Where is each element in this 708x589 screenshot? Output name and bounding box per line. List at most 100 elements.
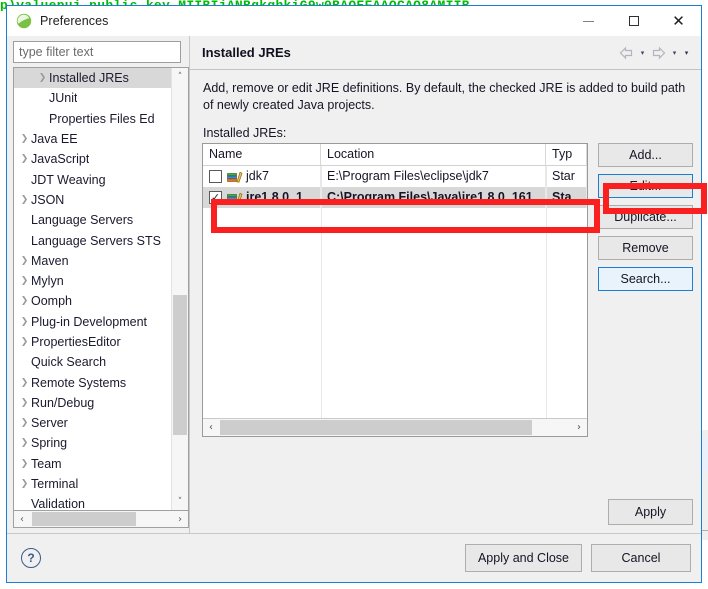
jre-library-icon <box>227 191 243 205</box>
jre-table[interactable]: Name Location Typ jdk7 E:\Program Files\e… <box>202 143 588 437</box>
table-row[interactable]: ✓ jre1.8.0_1... C:\Program Files\Java\jre1… <box>203 187 587 208</box>
sidebar-item-label: Plug-in Development <box>31 314 148 329</box>
arrow-right-icon[interactable] <box>650 45 667 61</box>
sidebar-item-oomph[interactable]: ❯ Oomph <box>14 291 171 311</box>
sidebar-item-terminal[interactable]: ❯ Terminal <box>14 474 171 494</box>
column-header-name[interactable]: Name <box>203 144 321 165</box>
back-dropdown-caret-icon[interactable]: ▾ <box>638 46 647 60</box>
column-header-type[interactable]: Typ <box>546 144 587 165</box>
apply-and-close-button[interactable]: Apply and Close <box>464 544 582 572</box>
sidebar-item-json[interactable]: ❯ JSON <box>14 190 171 210</box>
sidebar-item-label: JDT Weaving <box>31 172 106 187</box>
sidebar-item-javascript[interactable]: ❯ JavaScript <box>14 149 171 169</box>
table-scroll-left-icon[interactable]: ‹ <box>203 419 219 436</box>
tree-indent-spacer: ❯ <box>18 357 31 367</box>
sidebar-item-maven[interactable]: ❯ Maven <box>14 251 171 271</box>
page-description: Add, remove or edit JRE definitions. By … <box>203 81 686 112</box>
tree-indent-spacer: ❯ <box>18 175 31 185</box>
table-body: jdk7 E:\Program Files\eclipse\jdk7 Star ✓ jr… <box>203 166 587 418</box>
sidebar-item-validation[interactable]: ❯Validation <box>14 494 171 510</box>
sidebar-item-run-debug[interactable]: ❯ Run/Debug <box>14 393 171 413</box>
row-checkbox[interactable]: ✓ <box>209 191 222 204</box>
chevron-right-icon[interactable]: ❯ <box>18 459 31 469</box>
column-header-location[interactable]: Location <box>321 144 546 165</box>
tree-hscrollbar-thumb[interactable] <box>32 512 136 526</box>
sidebar-item-server[interactable]: ❯ Server <box>14 413 171 433</box>
chevron-right-icon[interactable]: ❯ <box>18 438 31 448</box>
jre-library-icon <box>227 170 243 184</box>
close-button[interactable]: ✕ <box>656 6 701 36</box>
sidebar-item-properties-files-ed[interactable]: ❯Properties Files Ed <box>14 109 171 129</box>
forward-dropdown-caret-icon[interactable]: ▾ <box>670 46 679 60</box>
sidebar-item-quick-search[interactable]: ❯Quick Search <box>14 352 171 372</box>
duplicate-button[interactable]: Duplicate... <box>598 205 693 229</box>
chevron-right-icon[interactable]: ❯ <box>18 256 31 266</box>
jre-name: jre1.8.0_1... <box>246 190 314 204</box>
tree-horizontal-scrollbar[interactable]: ‹ › <box>13 511 189 528</box>
tree-vertical-scrollbar[interactable]: ˄ ˅ <box>171 68 188 510</box>
close-icon: ✕ <box>672 11 685 30</box>
cancel-button[interactable]: Cancel <box>591 544 691 572</box>
chevron-right-icon[interactable]: ❯ <box>18 276 31 286</box>
cell-location: E:\Program Files\eclipse\jdk7 <box>321 166 546 187</box>
sidebar-item-label: Remote Systems <box>31 375 127 390</box>
search-button[interactable]: Search... <box>598 267 693 291</box>
sidebar-item-junit[interactable]: ❯JUnit <box>14 88 171 108</box>
maximize-button[interactable] <box>611 6 656 36</box>
sidebar-item-language-servers-sts[interactable]: ❯Language Servers STS <box>14 230 171 250</box>
chevron-right-icon[interactable]: ❯ <box>18 195 31 205</box>
sidebar-item-propertieseditor[interactable]: ❯ PropertiesEditor <box>14 332 171 352</box>
sidebar-item-remote-systems[interactable]: ❯ Remote Systems <box>14 372 171 392</box>
remove-button[interactable]: Remove <box>598 236 693 260</box>
sidebar-item-language-servers[interactable]: ❯Language Servers <box>14 210 171 230</box>
chevron-right-icon[interactable]: ❯ <box>36 73 49 83</box>
sidebar-item-plug-in-development[interactable]: ❯ Plug-in Development <box>14 312 171 332</box>
maximize-icon <box>628 16 639 26</box>
chevron-right-icon[interactable]: ❯ <box>18 418 31 428</box>
chevron-right-icon[interactable]: ❯ <box>18 296 31 306</box>
chevron-right-icon[interactable]: ❯ <box>18 317 31 327</box>
cell-type: Star <box>546 166 587 187</box>
sidebar-item-team[interactable]: ❯ Team <box>14 454 171 474</box>
tree-scrollbar-thumb[interactable] <box>173 295 187 435</box>
scroll-down-icon[interactable]: ˅ <box>172 493 188 510</box>
scroll-right-icon[interactable]: › <box>172 511 188 527</box>
chevron-right-icon[interactable]: ❯ <box>18 398 31 408</box>
jre-location: E:\Program Files\eclipse\jdk7 <box>327 169 489 183</box>
scroll-up-icon[interactable]: ˄ <box>172 68 188 85</box>
table-row[interactable]: jdk7 E:\Program Files\eclipse\jdk7 Star <box>203 166 587 187</box>
scroll-left-icon[interactable]: ‹ <box>14 511 30 527</box>
table-scroll-right-icon[interactable]: › <box>571 419 587 436</box>
chevron-right-icon[interactable]: ❯ <box>18 479 31 489</box>
table-hscrollbar-thumb[interactable] <box>220 420 532 435</box>
tree-indent-spacer: ❯ <box>18 499 31 509</box>
sidebar-item-java-ee[interactable]: ❯ Java EE <box>14 129 171 149</box>
page-nav-icons: ▾ ▾ ▾ <box>618 45 691 61</box>
table-horizontal-scrollbar[interactable]: ‹ › <box>203 418 587 436</box>
chevron-right-icon[interactable]: ❯ <box>18 134 31 144</box>
sidebar-item-spring[interactable]: ❯ Spring <box>14 433 171 453</box>
add-button[interactable]: Add... <box>598 143 693 167</box>
page-menu-caret-icon[interactable]: ▾ <box>682 46 691 60</box>
preferences-tree[interactable]: ❯Installed JREs❯JUnit❯Properties Files E… <box>13 67 189 511</box>
sidebar-item-mylyn[interactable]: ❯ Mylyn <box>14 271 171 291</box>
row-checkbox[interactable] <box>209 170 222 183</box>
edit-button[interactable]: Edit... <box>598 174 693 198</box>
sidebar-item-installed-jres[interactable]: ❯ Installed JREs <box>14 68 171 89</box>
sidebar-item-jdt-weaving[interactable]: ❯JDT Weaving <box>14 169 171 189</box>
apply-button[interactable]: Apply <box>608 499 693 525</box>
sidebar-item-label: Validation <box>31 497 85 510</box>
chevron-right-icon[interactable]: ❯ <box>18 337 31 347</box>
minimize-button[interactable] <box>566 6 611 36</box>
sidebar-item-label: Terminal <box>31 477 79 492</box>
dialog-titlebar[interactable]: Preferences ✕ <box>7 6 701 36</box>
filter-input[interactable]: type filter text <box>13 41 181 63</box>
arrow-left-icon[interactable] <box>618 45 635 61</box>
sidebar-item-label: Run/Debug <box>31 395 95 410</box>
jre-type: Sta <box>552 190 572 204</box>
question-mark-icon[interactable]: ? <box>21 548 41 568</box>
jre-type: Star <box>552 169 575 183</box>
filter-placeholder: type filter text <box>19 45 94 59</box>
chevron-right-icon[interactable]: ❯ <box>18 378 31 388</box>
chevron-right-icon[interactable]: ❯ <box>18 154 31 164</box>
